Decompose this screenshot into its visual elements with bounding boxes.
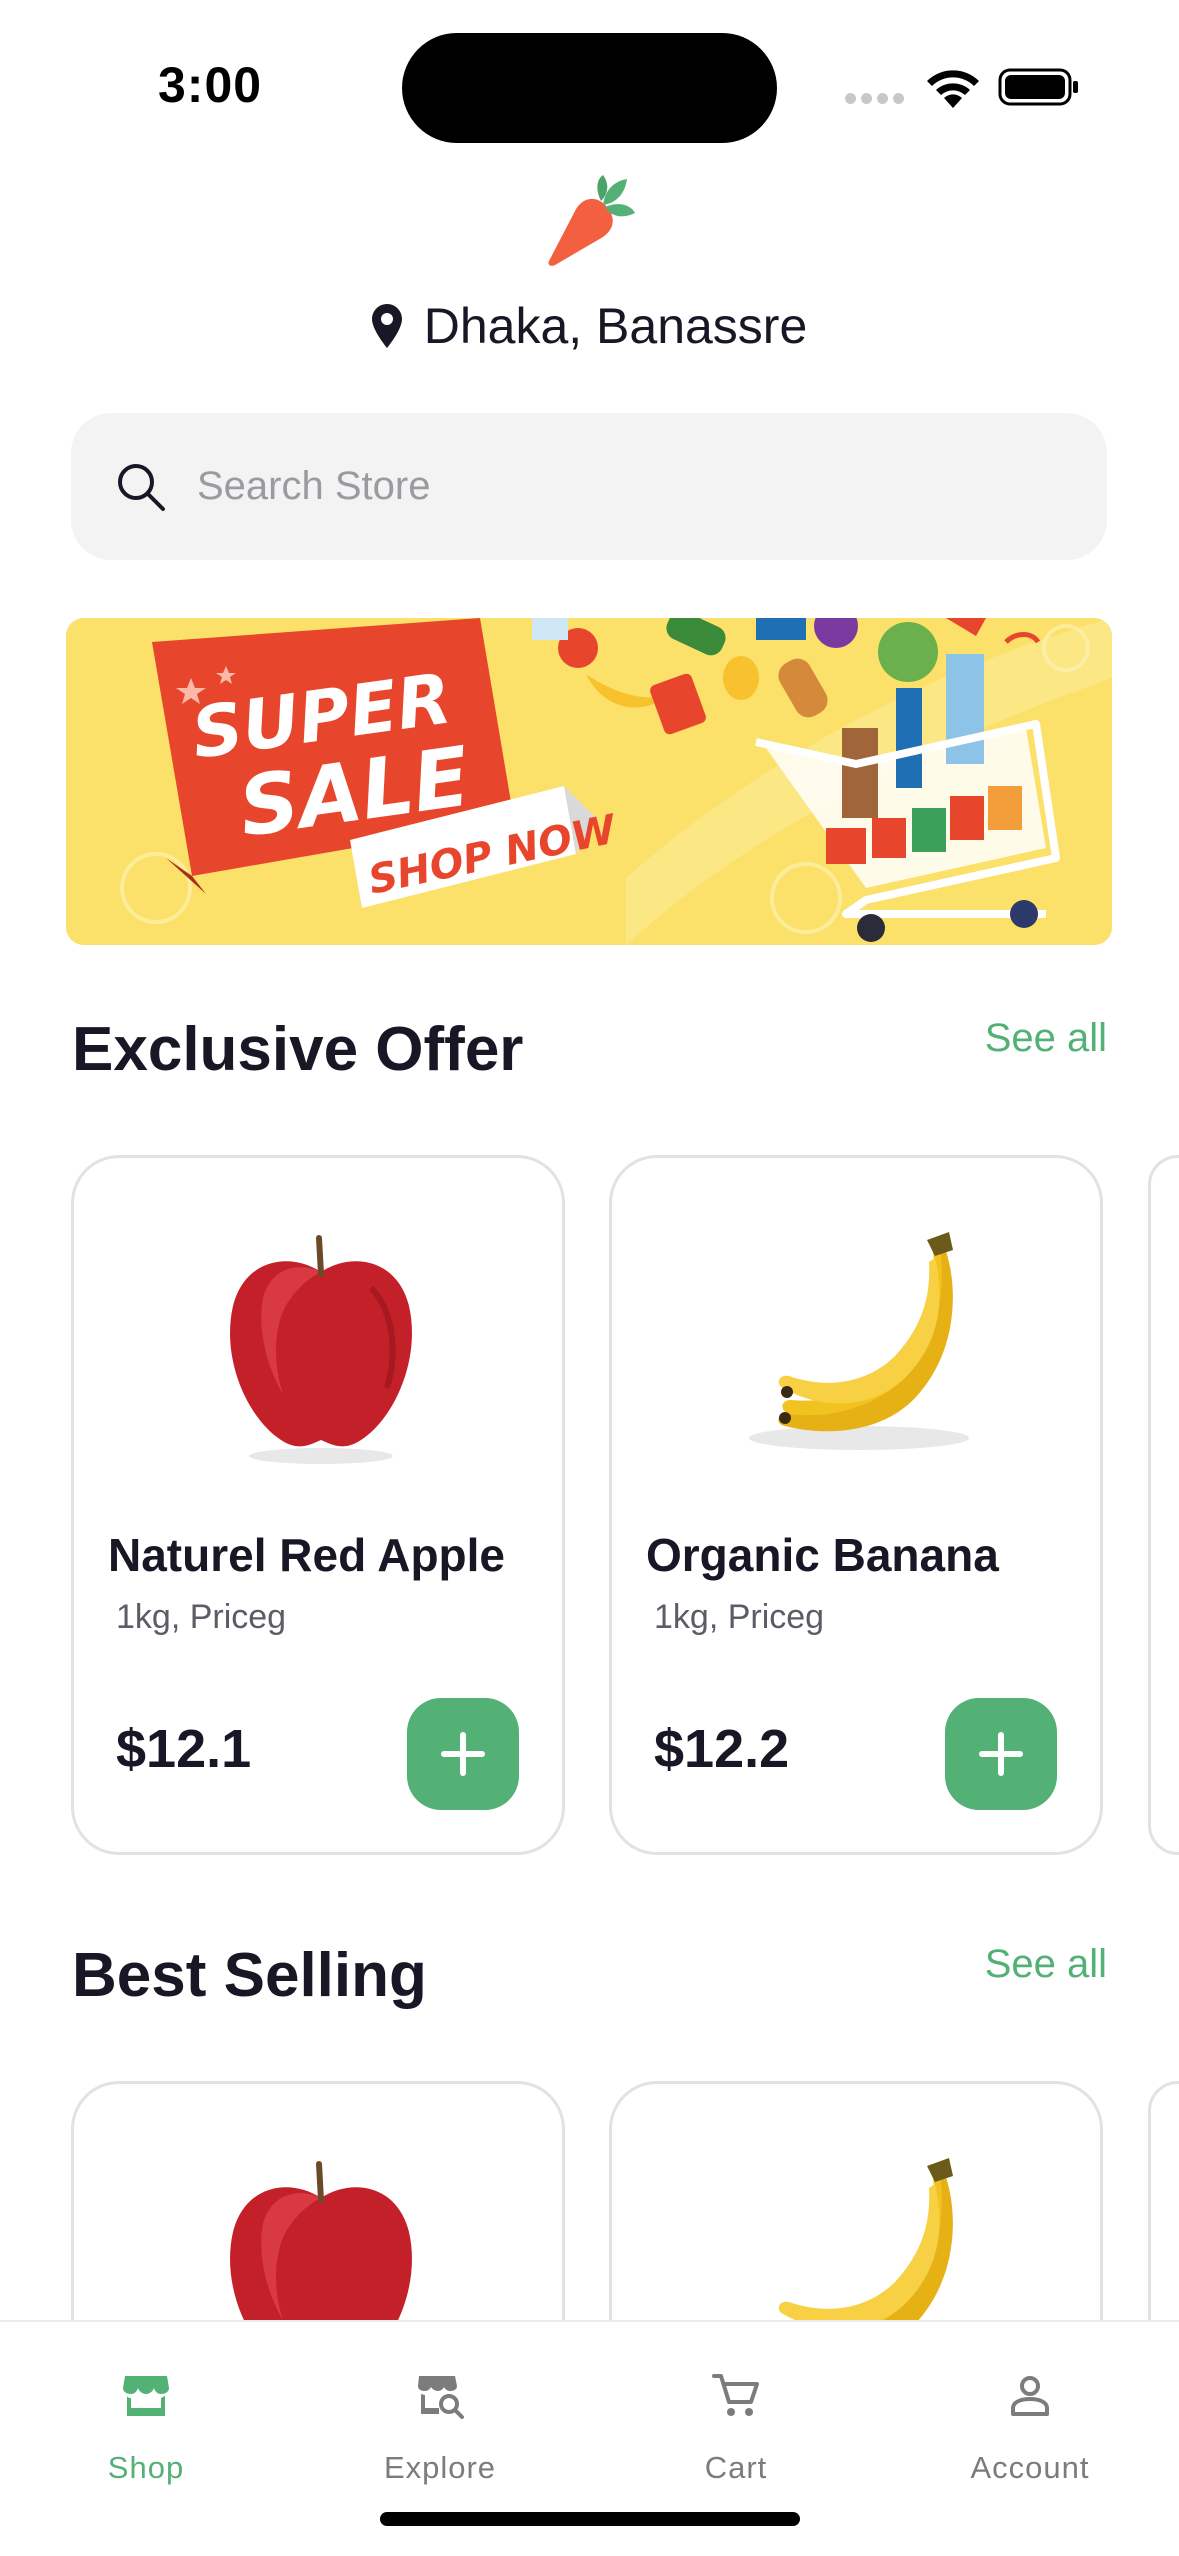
product-card[interactable]: Naturel Red Apple 1kg, Priceg $12.1 (71, 1155, 565, 1855)
red-apple-image (230, 1235, 412, 1464)
product-card-peek[interactable] (1148, 1155, 1179, 1855)
cart-icon (712, 2374, 759, 2416)
search-icon (118, 464, 165, 511)
banana-image (749, 1232, 969, 1450)
add-to-cart-button[interactable] (407, 1698, 519, 1810)
status-time: 3:00 (158, 57, 263, 113)
cellular-signal-icon (845, 93, 905, 105)
carrot-logo-icon (548, 175, 635, 266)
tab-label: Cart (704, 2450, 768, 2485)
battery-icon (998, 68, 1078, 106)
tab-label: Shop (107, 2450, 185, 2485)
product-unit: 1kg, Priceg (116, 1598, 287, 1636)
section-title-exclusive-offer: Exclusive Offer (72, 1015, 524, 1084)
plus-icon (441, 1732, 485, 1776)
see-all-exclusive-link[interactable]: See all (985, 1016, 1107, 1061)
product-card[interactable]: Organic Banana 1kg, Priceg $12.2 (609, 1155, 1103, 1855)
search-input[interactable] (197, 413, 1077, 560)
add-to-cart-button[interactable] (945, 1698, 1057, 1810)
explore-icon (418, 2376, 464, 2419)
dynamic-island (402, 33, 777, 143)
home-indicator[interactable] (380, 2512, 800, 2526)
tab-cart[interactable]: Cart (616, 2352, 856, 2502)
super-sale-banner-art: SUPER SALE SHOP NOW (66, 618, 1112, 945)
tab-label: Account (970, 2450, 1090, 2485)
store-icon (123, 2376, 169, 2416)
location-pin-icon (371, 304, 402, 348)
tab-account[interactable]: Account (910, 2352, 1150, 2502)
product-name: Naturel Red Apple (108, 1529, 506, 1581)
wifi-icon (927, 70, 979, 108)
plus-icon (979, 1732, 1023, 1776)
promo-banner[interactable]: SUPER SALE SHOP NOW (66, 618, 1112, 945)
location-selector[interactable]: Dhaka, Banassre (0, 290, 1179, 362)
tab-explore[interactable]: Explore (320, 2352, 560, 2502)
tab-label: Explore (383, 2450, 497, 2485)
status-bar: 3:00 (0, 0, 1179, 160)
tab-shop[interactable]: Shop (26, 2352, 266, 2502)
account-icon (1011, 2376, 1049, 2416)
product-name: Organic Banana (646, 1529, 999, 1581)
product-unit: 1kg, Priceg (654, 1598, 825, 1636)
location-text: Dhaka, Banassre (423, 298, 808, 354)
section-title-best-selling: Best Selling (72, 1941, 427, 2010)
product-price: $12.2 (654, 1719, 790, 1779)
search-bar[interactable] (71, 413, 1107, 560)
product-price: $12.1 (116, 1719, 252, 1779)
see-all-best-selling-link[interactable]: See all (985, 1942, 1107, 1987)
